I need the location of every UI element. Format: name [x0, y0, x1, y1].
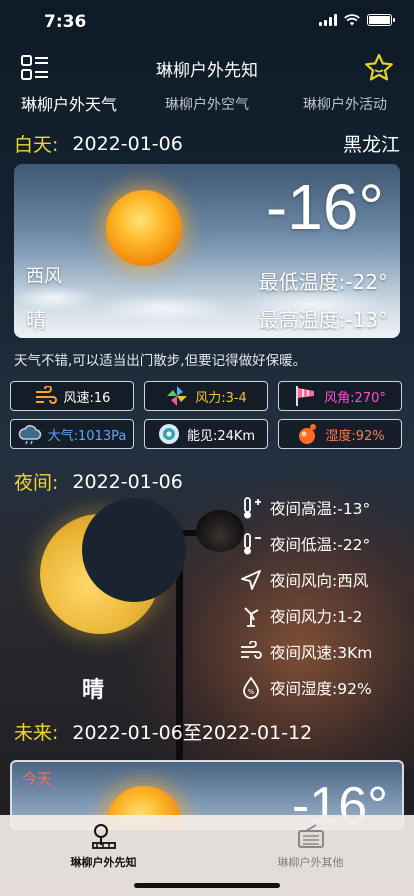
night-label: 夜间:: [14, 472, 59, 494]
windmill-icon: [244, 607, 259, 627]
night-wind-direction: 夜间风向:西风: [236, 562, 406, 598]
weather-station-icon: [91, 824, 116, 849]
today-label: 今天: [22, 770, 53, 788]
bottom-tab-bar: 琳柳户外先知 琳柳户外其他: [0, 815, 414, 896]
weather-detail-chips: 风速:16 风力:3-4 风角:270° 大气:1013Pa 能见:24Km 湿…: [10, 381, 404, 449]
night-low-temp-text: 夜间低温:-22°: [270, 536, 371, 554]
cloud-icon: [18, 425, 41, 445]
signal-icon: [319, 14, 337, 26]
chip-pressure-text: 大气:1013Pa: [47, 428, 127, 444]
chip-visibility[interactable]: 能见:24Km: [144, 419, 268, 449]
day-weather-card: -16° 西风 晴 最低温度:-22° 最高温度:-13°: [14, 164, 400, 338]
province-label[interactable]: 黑龙江: [343, 130, 400, 157]
chip-pressure[interactable]: 大气:1013Pa: [10, 419, 134, 449]
day-date: 2022-01-06: [72, 132, 183, 155]
chip-wind-angle-text: 风角:270°: [324, 390, 386, 406]
windsock-icon: [296, 386, 315, 406]
night-date: 2022-01-06: [72, 470, 183, 493]
chip-visibility-text: 能见:24Km: [186, 428, 256, 444]
svg-text:%: %: [248, 688, 255, 696]
night-low-temp: 夜间低温:-22°: [236, 526, 406, 562]
tabbar-label-forecast: 琳柳户外先知: [70, 856, 137, 869]
future-label: 未来:: [14, 722, 59, 744]
night-weather-state: 晴: [82, 678, 105, 703]
wind-direction: 西风: [26, 266, 62, 287]
day-header: 白天: 2022-01-06 黑龙江: [14, 130, 400, 157]
chip-humidity[interactable]: 湿度:92%: [278, 419, 402, 449]
night-humidity-text: 夜间湿度:92%: [270, 680, 372, 698]
thermometer-up-icon: [244, 497, 261, 519]
night-wind-force-text: 夜间风力:1-2: [270, 608, 363, 626]
night-wind-speed-text: 夜间风速:3Km: [270, 644, 373, 662]
max-temperature: 最高温度:-13°: [258, 308, 388, 332]
night-humidity: % 夜间湿度:92%: [236, 670, 406, 706]
nav-title: 琳柳户外先知: [156, 61, 258, 81]
wind-icon: [35, 386, 57, 404]
tabbar-label-other: 琳柳户外其他: [277, 856, 344, 869]
night-high-temp: 夜间高温:-13°: [236, 490, 406, 526]
tab-activity[interactable]: 琳柳户外活动: [276, 90, 414, 126]
night-wind-direction-text: 夜间风向:西风: [270, 572, 369, 590]
chip-wind-angle[interactable]: 风角:270°: [278, 381, 402, 411]
top-tabs: 琳柳户外天气 琳柳户外空气 琳柳户外活动: [0, 90, 414, 126]
night-wind-force: 夜间风力:1-2: [236, 598, 406, 634]
chip-humidity-text: 湿度:92%: [325, 428, 385, 444]
battery-icon: [367, 14, 395, 26]
status-time: 7:36: [44, 12, 87, 32]
favorite-star-icon[interactable]: [364, 53, 394, 83]
night-details-list: 夜间高温:-13° 夜间低温:-22° 夜间风向:西风 夜间风力:1-2 夜间风…: [236, 490, 406, 706]
chip-wind-force-text: 风力:3-4: [195, 390, 247, 406]
night-high-temp-text: 夜间高温:-13°: [270, 500, 371, 518]
wind-lines-icon: [241, 641, 262, 659]
drop-icon: [299, 424, 317, 444]
wifi-icon: [344, 14, 360, 26]
weather-advice: 天气不错,可以适当出门散步,但要记得做好保暖。: [14, 353, 307, 369]
tab-weather[interactable]: 琳柳户外天气: [0, 90, 138, 126]
day-weather-state: 晴: [26, 308, 46, 332]
radio-icon: [297, 824, 324, 848]
status-icons: [319, 14, 395, 26]
day-label: 白天:: [14, 134, 59, 156]
humidity-drop-icon: %: [243, 676, 259, 699]
future-header: 未来: 2022-01-06至2022-01-12: [14, 718, 400, 745]
pinwheel-icon: [167, 386, 188, 406]
status-bar: 7:36: [0, 0, 414, 44]
current-temperature: -16°: [265, 171, 384, 243]
chip-wind-speed[interactable]: 风速:16: [10, 381, 134, 411]
home-indicator[interactable]: [134, 883, 280, 888]
nav-bar: 琳柳户外先知: [0, 44, 414, 90]
moon-shadow: [82, 498, 186, 602]
thermometer-down-icon: [244, 533, 261, 555]
eye-icon: [158, 424, 179, 444]
min-temperature: 最低温度:-22°: [258, 270, 388, 294]
future-range: 2022-01-06至2022-01-12: [72, 722, 313, 744]
navigation-arrow-icon: [241, 570, 261, 590]
chip-wind-speed-text: 风速:16: [63, 390, 111, 406]
night-wind-speed: 夜间风速:3Km: [236, 634, 406, 670]
tab-air[interactable]: 琳柳户外空气: [138, 90, 276, 126]
chip-wind-force[interactable]: 风力:3-4: [144, 381, 268, 411]
sun-icon: [106, 190, 182, 266]
